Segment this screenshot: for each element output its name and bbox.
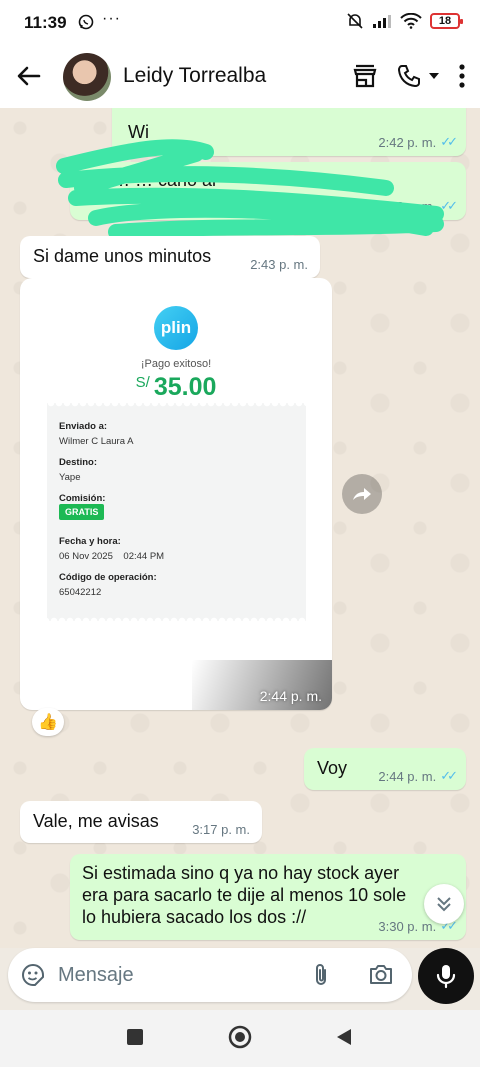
home-icon[interactable] [228,1025,252,1049]
voice-message-button[interactable] [418,948,474,1004]
receipt-label-sent-to: Enviado a: [59,421,108,432]
message-bubble[interactable]: Si estimada sino q ya no hay stock ayer … [70,854,466,940]
receipt-label-commission: Comisión: [59,493,106,504]
receipt-value-sent-to: Wilmer C Laura A [59,436,134,447]
message-bubble[interactable]: Vale, me avisas 3:17 p. m. [20,801,262,843]
message-line: lo hubiera sacado los dos :// [82,907,307,927]
camera-icon[interactable] [368,962,394,986]
receipt-status: ¡Pago exitoso! [140,358,212,370]
sticker-icon[interactable] [20,962,46,988]
message-line: Si estimada sino q ya no hay stock ayer [82,863,400,883]
message-time: 2:43 p. m. [250,257,308,272]
receipt-label-datetime: Fecha y hora: [59,536,121,547]
whatsapp-notification-icon [78,14,94,35]
message-time: 2:44 p. m. [259,688,322,704]
read-ticks-icon: ✓✓ [440,768,458,783]
store-icon[interactable] [352,63,378,89]
contact-name[interactable]: Leidy Torrealba [123,64,266,88]
payment-receipt-image[interactable]: plin ¡Pago exitoso! S/35.00 Enviado a: W… [20,278,332,710]
scroll-to-bottom-button[interactable] [424,884,464,924]
message-bubble[interactable]: Si dame unos minutos 2:43 p. m. [20,236,320,278]
message-text: Voy [317,758,348,778]
bell-muted-icon [347,13,363,29]
receipt-details: Enviado a: Wilmer C Laura A Destino: Yap… [47,403,306,621]
forward-button[interactable] [342,474,382,514]
battery-icon: 18 [430,13,463,29]
double-chevron-down-icon [437,897,451,912]
status-time: 11:39 [24,13,67,32]
redaction-scribble [56,139,444,238]
forward-icon [353,488,371,500]
reaction-badge[interactable]: 👍 [32,708,64,736]
receipt-currency: S/ [135,374,150,391]
status-bar: 11:39 ··· 18 [0,0,480,46]
receipt-label-operation-code: Código de operación: [59,572,157,583]
plin-logo: plin [154,306,198,350]
receipt-value-operation-code: 65042212 [59,587,102,598]
message-time: 2:44 p. m. [378,768,437,784]
attach-icon[interactable] [311,962,331,988]
message-text: Si dame unos minutos [33,246,212,266]
receipt-label-destination: Destino: [59,457,97,468]
signal-icon [373,15,391,28]
more-options-icon[interactable] [458,63,466,89]
system-navigation-bar [0,1010,480,1067]
message-input[interactable] [58,958,298,992]
message-line: era para sacarlo te dije al menos 10 sol… [82,885,407,905]
more-notifications-icon: ··· [102,10,121,27]
message-composer [8,948,412,1002]
back-arrow-icon[interactable] [14,61,44,91]
call-dropdown-icon[interactable] [428,70,440,82]
receipt-value-destination: Yape [59,472,81,483]
message-time: 3:17 p. m. [192,822,250,837]
status-icons: 18 [346,12,463,30]
chat-area[interactable]: Wi 2:42 p. m. ✓✓ me … … carlo al 2:42 p. … [0,108,480,948]
message-text: Vale, me avisas [33,811,159,831]
message-text: Si estimada sino q ya no hay stock ayer … [82,862,406,928]
receipt-amount-value: 35.00 [153,373,217,401]
back-nav-icon[interactable] [335,1027,353,1047]
chat-header: Leidy Torrealba [0,46,480,108]
receipt-amount: S/35.00 [20,373,332,402]
wifi-icon [400,13,422,29]
recent-apps-icon[interactable] [125,1027,145,1047]
phone-call-icon[interactable] [396,63,422,89]
receipt-commission-badge: GRATIS [59,504,105,520]
message-time: 3:30 p. m. [378,918,437,934]
contact-avatar[interactable] [63,53,111,101]
receipt-value-datetime: 06 Nov 2025 02:44 PM [59,551,165,562]
microphone-icon [436,965,456,989]
message-bubble[interactable]: Voy 2:44 p. m. ✓✓ [304,748,466,790]
